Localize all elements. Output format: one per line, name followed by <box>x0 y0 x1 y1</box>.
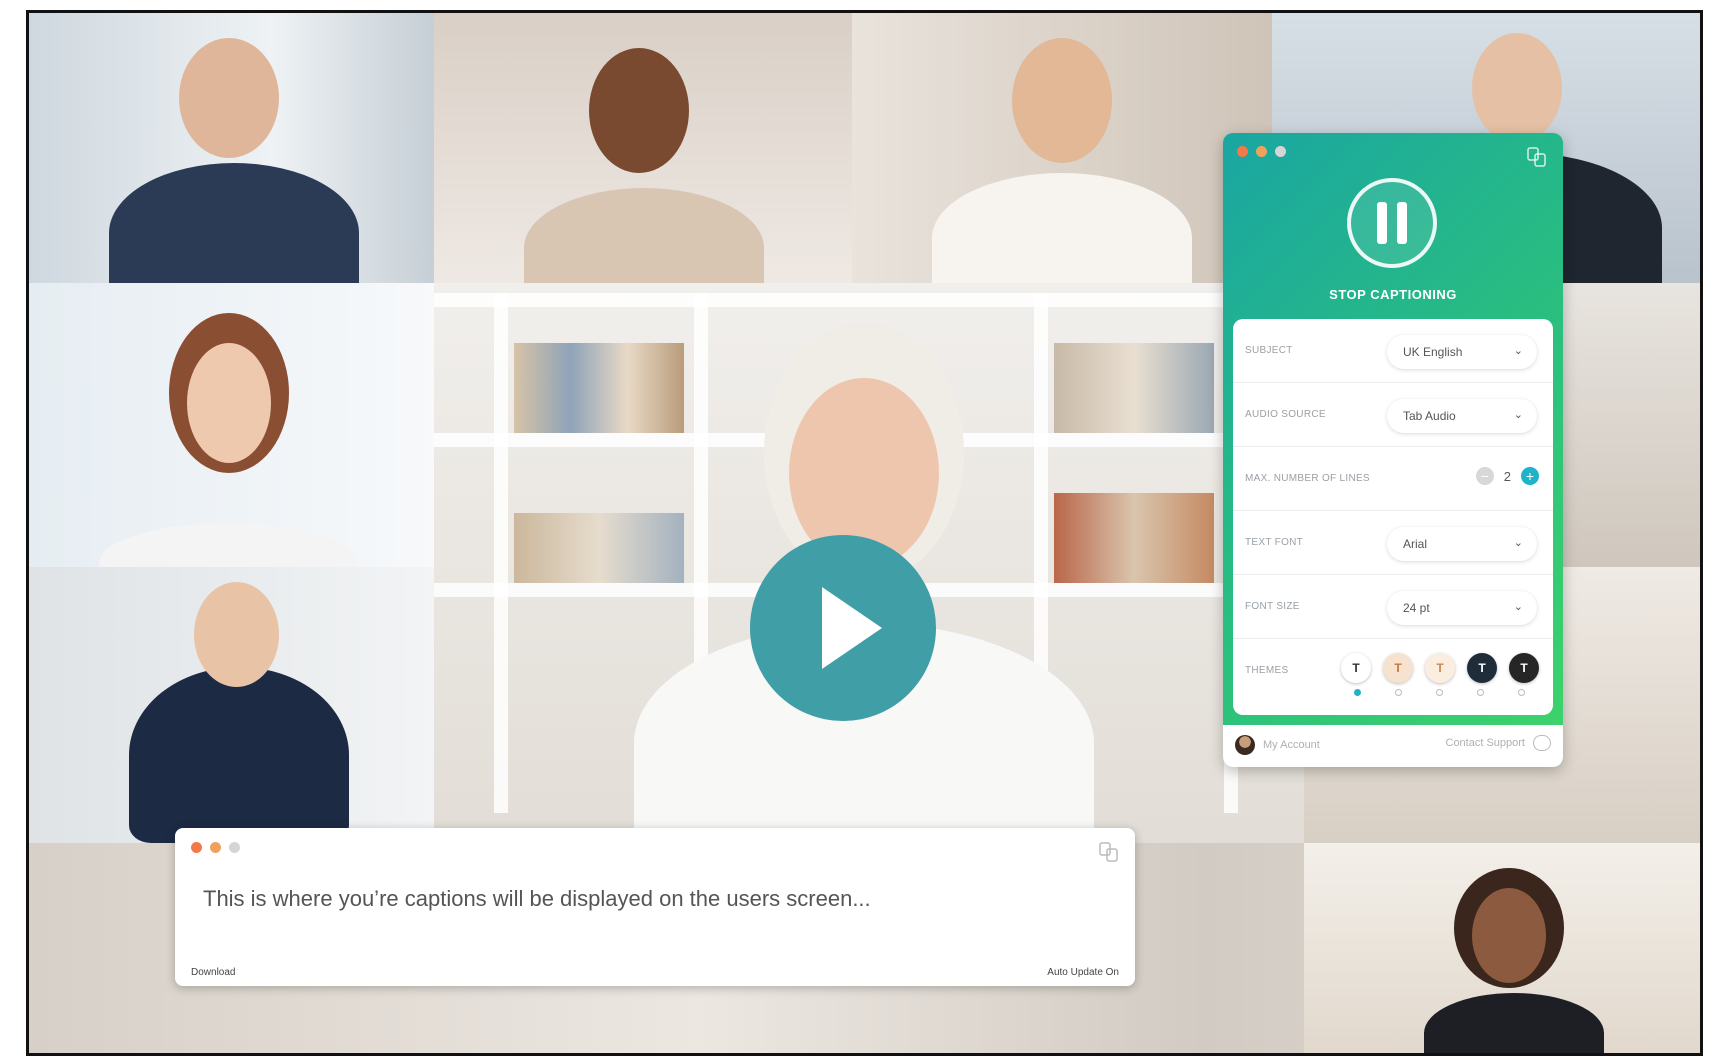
audio-source-select[interactable]: Tab Audio ⌄ <box>1387 399 1537 433</box>
captioning-panel: STOP CAPTIONING SUBJECT UK English ⌄ AUD… <box>1223 133 1563 767</box>
subject-select[interactable]: UK English ⌄ <box>1387 335 1537 369</box>
theme-options: TTTTT <box>1341 653 1539 683</box>
theme-option-2[interactable]: T <box>1383 653 1413 683</box>
close-window-dot[interactable] <box>191 842 202 853</box>
settings-card: SUBJECT UK English ⌄ AUDIO SOURCE Tab Au… <box>1233 319 1553 715</box>
setting-label: FONT SIZE <box>1245 601 1300 612</box>
setting-themes: THEMES TTTTT <box>1233 639 1553 715</box>
maximize-window-dot[interactable] <box>229 842 240 853</box>
theme-indicator-dot <box>1354 689 1361 696</box>
minimize-window-dot[interactable] <box>210 842 221 853</box>
setting-label: AUDIO SOURCE <box>1245 409 1326 420</box>
avatar <box>1235 735 1255 755</box>
theme-option-5[interactable]: T <box>1509 653 1539 683</box>
chat-bubble-icon <box>1533 735 1551 751</box>
participant-tile <box>852 13 1272 283</box>
font-size-select[interactable]: 24 pt ⌄ <box>1387 591 1537 625</box>
participant-tile <box>434 13 852 283</box>
chevron-down-icon: ⌄ <box>1513 409 1523 421</box>
participant-tile <box>1304 843 1700 1053</box>
setting-subject: SUBJECT UK English ⌄ <box>1233 319 1553 383</box>
chevron-down-icon: ⌄ <box>1513 537 1523 549</box>
setting-audio-source: AUDIO SOURCE Tab Audio ⌄ <box>1233 383 1553 447</box>
contact-support-link[interactable]: Contact Support <box>1446 735 1551 751</box>
theme-indicator-dot <box>1518 689 1525 696</box>
theme-option-4[interactable]: T <box>1467 653 1497 683</box>
my-account-link[interactable]: My Account <box>1235 735 1320 755</box>
setting-max-lines: MAX. NUMBER OF LINES − 2 + <box>1233 447 1553 511</box>
caption-text: This is where you’re captions will be di… <box>203 886 871 911</box>
setting-label: SUBJECT <box>1245 345 1293 356</box>
participant-tile <box>29 13 434 283</box>
decrement-button[interactable]: − <box>1475 467 1494 485</box>
play-icon <box>822 587 882 669</box>
text-font-select[interactable]: Arial ⌄ <box>1387 527 1537 561</box>
chevron-down-icon: ⌄ <box>1513 601 1523 613</box>
participant-tile <box>29 567 434 843</box>
window-controls <box>191 842 240 853</box>
play-button[interactable] <box>750 535 936 721</box>
theme-indicator-dot <box>1395 689 1402 696</box>
theme-indicator-dot <box>1436 689 1443 696</box>
auto-update-toggle[interactable]: Auto Update On <box>1047 967 1119 978</box>
max-lines-stepper: − 2 + <box>1475 467 1539 485</box>
setting-label: MAX. NUMBER OF LINES <box>1245 473 1370 484</box>
caption-window: This is where you’re captions will be di… <box>175 828 1135 986</box>
minimize-window-dot[interactable] <box>1256 146 1267 157</box>
chevron-down-icon: ⌄ <box>1513 345 1523 357</box>
theme-indicator-dot <box>1477 689 1484 696</box>
increment-button[interactable]: + <box>1521 467 1539 485</box>
setting-label: TEXT FONT <box>1245 537 1304 548</box>
stop-captioning-label[interactable]: STOP CAPTIONING <box>1223 287 1563 302</box>
max-lines-value: 2 <box>1503 468 1511 484</box>
app-logo-icon <box>1527 147 1546 167</box>
download-link[interactable]: Download <box>191 967 235 978</box>
theme-option-1[interactable]: T <box>1341 653 1371 683</box>
close-window-dot[interactable] <box>1237 146 1248 157</box>
setting-font-size: FONT SIZE 24 pt ⌄ <box>1233 575 1553 639</box>
maximize-window-dot[interactable] <box>1275 146 1286 157</box>
theme-option-3[interactable]: T <box>1425 653 1455 683</box>
window-controls <box>1237 146 1286 157</box>
theme-indicators <box>1354 689 1525 696</box>
participant-tile <box>29 283 434 567</box>
setting-text-font: TEXT FONT Arial ⌄ <box>1233 511 1553 575</box>
pause-captioning-button[interactable] <box>1347 178 1437 268</box>
panel-footer: My Account Contact Support <box>1223 725 1563 767</box>
app-logo-icon <box>1099 842 1118 862</box>
setting-label: THEMES <box>1245 665 1289 676</box>
